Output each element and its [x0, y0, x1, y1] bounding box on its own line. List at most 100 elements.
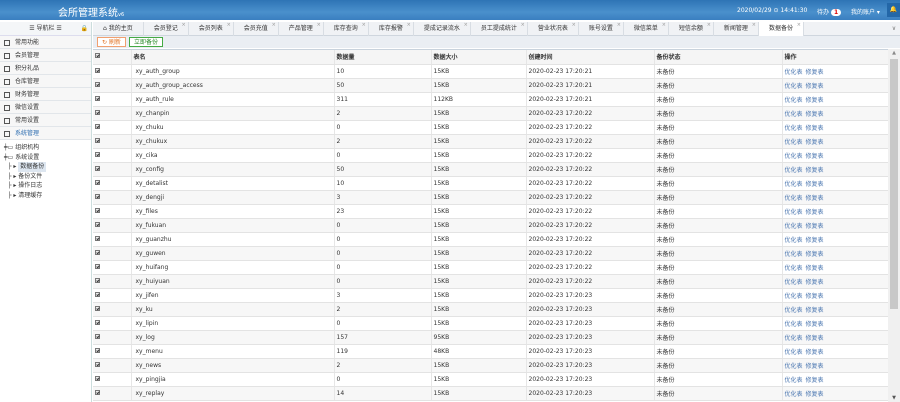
- repair-link[interactable]: 修复表: [806, 293, 824, 300]
- repair-link[interactable]: 修复表: [806, 167, 824, 174]
- optimize-link[interactable]: 优化表: [785, 97, 803, 104]
- repair-link[interactable]: 修复表: [806, 195, 824, 202]
- optimize-link[interactable]: 优化表: [785, 335, 803, 342]
- optimize-link[interactable]: 优化表: [785, 69, 803, 76]
- close-icon[interactable]: ×: [752, 18, 756, 32]
- optimize-link[interactable]: 优化表: [785, 293, 803, 300]
- optimize-link[interactable]: 优化表: [785, 167, 803, 174]
- scroll-down-icon[interactable]: ▼: [888, 395, 900, 401]
- repair-link[interactable]: 修复表: [806, 363, 824, 370]
- optimize-link[interactable]: 优化表: [785, 195, 803, 202]
- repair-link[interactable]: 修复表: [806, 69, 824, 76]
- row-checkbox[interactable]: [93, 232, 132, 247]
- optimize-link[interactable]: 优化表: [785, 237, 803, 244]
- tab[interactable]: 提成记录流水 ×: [414, 22, 471, 36]
- optimize-link[interactable]: 优化表: [785, 363, 803, 370]
- optimize-link[interactable]: 优化表: [785, 139, 803, 146]
- tree-item[interactable]: ├ ▸ 操作日志: [4, 181, 91, 191]
- repair-link[interactable]: 修复表: [806, 139, 824, 146]
- sidebar-item[interactable]: 微信设置: [0, 101, 91, 114]
- repair-link[interactable]: 修复表: [806, 251, 824, 258]
- row-checkbox[interactable]: [93, 190, 132, 205]
- bell-icon[interactable]: 🔔: [887, 3, 900, 17]
- sidebar-item[interactable]: 积分礼品: [0, 62, 91, 75]
- row-checkbox[interactable]: [93, 218, 132, 233]
- tab[interactable]: 数据备份 ×: [758, 22, 804, 36]
- row-checkbox[interactable]: [93, 64, 132, 79]
- repair-link[interactable]: 修复表: [806, 237, 824, 244]
- tab[interactable]: 短信余额 ×: [669, 22, 714, 36]
- row-checkbox[interactable]: [93, 316, 132, 331]
- row-checkbox[interactable]: [93, 330, 132, 345]
- optimize-link[interactable]: 优化表: [785, 111, 803, 118]
- tab[interactable]: 会员列表 ×: [189, 22, 234, 36]
- optimize-link[interactable]: 优化表: [785, 223, 803, 230]
- select-all-checkbox[interactable]: [93, 50, 132, 65]
- optimize-link[interactable]: 优化表: [785, 307, 803, 314]
- row-checkbox[interactable]: [93, 120, 132, 135]
- close-icon[interactable]: ×: [407, 18, 411, 32]
- optimize-link[interactable]: 优化表: [785, 251, 803, 258]
- optimize-link[interactable]: 优化表: [785, 349, 803, 356]
- close-icon[interactable]: ×: [617, 18, 621, 32]
- sidebar-item[interactable]: 会员管理: [0, 49, 91, 62]
- repair-link[interactable]: 修复表: [806, 97, 824, 104]
- row-checkbox[interactable]: [93, 358, 132, 373]
- sidebar-item[interactable]: 系统管理: [0, 127, 91, 140]
- close-icon[interactable]: ×: [797, 18, 801, 32]
- optimize-link[interactable]: 优化表: [785, 181, 803, 188]
- tree-item[interactable]: ├ ▸ 备份文件: [4, 172, 91, 182]
- tab[interactable]: 库存查询 ×: [324, 22, 369, 36]
- optimize-link[interactable]: 优化表: [785, 125, 803, 132]
- repair-link[interactable]: 修复表: [806, 391, 824, 398]
- row-checkbox[interactable]: [93, 386, 132, 401]
- repair-link[interactable]: 修复表: [806, 125, 824, 132]
- repair-link[interactable]: 修复表: [806, 153, 824, 160]
- optimize-link[interactable]: 优化表: [785, 391, 803, 398]
- repair-link[interactable]: 修复表: [806, 209, 824, 216]
- close-icon[interactable]: ×: [521, 18, 525, 32]
- tab[interactable]: 账号设置 ×: [579, 22, 624, 36]
- optimize-link[interactable]: 优化表: [785, 279, 803, 286]
- row-checkbox[interactable]: [93, 162, 132, 177]
- tree-item[interactable]: ├ ▸ 清理缓存: [4, 191, 91, 201]
- refresh-button[interactable]: ↻ 刷新: [97, 37, 126, 47]
- row-checkbox[interactable]: [93, 106, 132, 121]
- close-icon[interactable]: ×: [572, 18, 576, 32]
- chevron-down-icon[interactable]: ∨: [888, 22, 900, 35]
- repair-link[interactable]: 修复表: [806, 83, 824, 90]
- close-icon[interactable]: ×: [662, 18, 666, 32]
- optimize-link[interactable]: 优化表: [785, 265, 803, 272]
- close-icon[interactable]: ×: [227, 18, 231, 32]
- scrollbar[interactable]: ▲ ▼: [888, 49, 900, 402]
- tab[interactable]: 会员充值 ×: [234, 22, 279, 36]
- repair-link[interactable]: 修复表: [806, 279, 824, 286]
- row-checkbox[interactable]: [93, 134, 132, 149]
- tree-item-sys[interactable]: ╪▭ 系统设置: [4, 153, 91, 163]
- close-icon[interactable]: ×: [707, 18, 711, 32]
- row-checkbox[interactable]: [93, 92, 132, 107]
- optimize-link[interactable]: 优化表: [785, 377, 803, 384]
- repair-link[interactable]: 修复表: [806, 181, 824, 188]
- row-checkbox[interactable]: [93, 260, 132, 275]
- tab[interactable]: 营业状况表 ×: [528, 22, 579, 36]
- row-checkbox[interactable]: [93, 288, 132, 303]
- tab[interactable]: 微信菜单 ×: [624, 22, 669, 36]
- account-menu[interactable]: 我的账户 ▾: [851, 7, 880, 16]
- close-icon[interactable]: ×: [317, 18, 321, 32]
- row-checkbox[interactable]: [93, 148, 132, 163]
- close-icon[interactable]: ×: [362, 18, 366, 32]
- sidebar-item[interactable]: 仓库管理: [0, 75, 91, 88]
- scroll-up-icon[interactable]: ▲: [888, 50, 900, 56]
- optimize-link[interactable]: 优化表: [785, 153, 803, 160]
- tab[interactable]: 新闻管理 ×: [714, 22, 759, 36]
- row-checkbox[interactable]: [93, 246, 132, 261]
- row-checkbox[interactable]: [93, 344, 132, 359]
- tab[interactable]: 会员登记 ×: [144, 22, 189, 36]
- row-checkbox[interactable]: [93, 372, 132, 387]
- tab[interactable]: ⌂ 我的主页: [93, 22, 144, 36]
- sidebar-item[interactable]: 常用设置: [0, 114, 91, 127]
- lock-icon[interactable]: 🔒: [81, 22, 88, 36]
- tree-item[interactable]: ├ ▸ 数据备份: [4, 162, 91, 172]
- sidebar-item[interactable]: 常用功能: [0, 36, 91, 49]
